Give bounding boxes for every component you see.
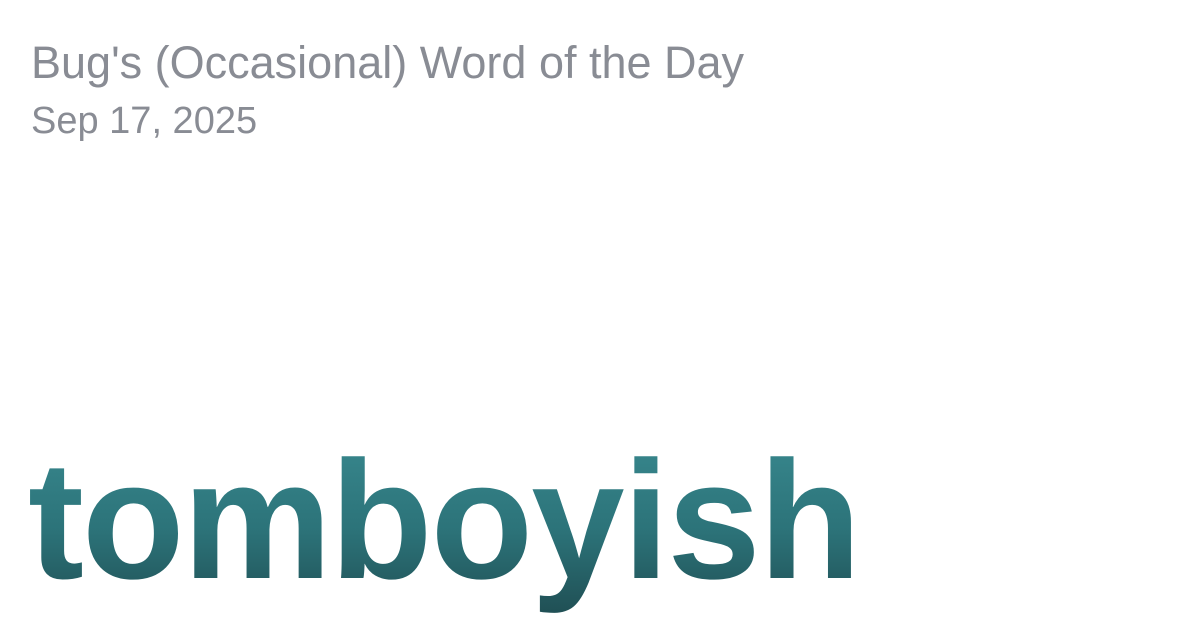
site-title: Bug's (Occasional) Word of the Day xyxy=(31,37,745,88)
word-of-the-day-card: Bug's (Occasional) Word of the Day Sep 1… xyxy=(0,0,1200,630)
post-date: Sep 17, 2025 xyxy=(31,100,258,142)
featured-word: tomboyish xyxy=(28,420,861,620)
